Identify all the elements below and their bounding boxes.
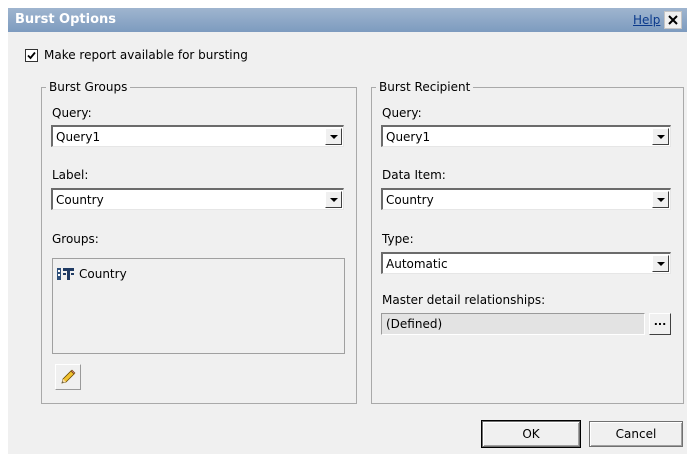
data-item-value: Country — [386, 193, 434, 207]
chevron-down-icon — [329, 134, 338, 139]
type-label: Type: — [382, 232, 414, 246]
chevron-down-icon — [656, 261, 665, 266]
groups-query-label: Query: — [52, 106, 92, 120]
type-select[interactable]: Automatic — [381, 252, 671, 274]
chevron-down-icon — [656, 197, 665, 202]
bursting-checkbox[interactable] — [25, 49, 38, 62]
title-bar: Burst Options Help — [8, 8, 687, 32]
data-item-icon — [57, 268, 74, 280]
bursting-checkbox-label[interactable]: Make report available for bursting — [44, 48, 248, 62]
recipient-query-select[interactable]: Query1 — [381, 125, 671, 147]
data-item-label: Data Item: — [382, 168, 446, 182]
groups-list[interactable]: Country — [52, 258, 345, 354]
master-detail-label: Master detail relationships: — [382, 293, 546, 307]
burst-options-dialog: Burst Options Help Make report available… — [8, 8, 687, 454]
type-dropdown-button[interactable] — [652, 255, 669, 272]
master-detail-value: (Defined) — [386, 317, 443, 331]
checkmark-icon — [27, 51, 36, 60]
master-detail-field: (Defined) — [381, 313, 645, 335]
type-value: Automatic — [386, 257, 448, 271]
edit-groups-button[interactable] — [55, 364, 81, 390]
groups-label-select[interactable]: Country — [51, 188, 344, 210]
close-button[interactable] — [664, 11, 682, 29]
close-icon — [668, 15, 678, 25]
recipient-query-value: Query1 — [386, 130, 431, 144]
groups-label-value: Country — [56, 193, 104, 207]
ok-button[interactable]: OK — [481, 420, 581, 448]
groups-list-label: Groups: — [52, 232, 99, 246]
burst-recipient-legend: Burst Recipient — [379, 80, 471, 94]
burst-groups-legend: Burst Groups — [49, 80, 128, 94]
help-link[interactable]: Help — [633, 13, 660, 27]
chevron-down-icon — [656, 134, 665, 139]
group-item-label: Country — [79, 267, 127, 281]
dialog-title: Burst Options — [15, 12, 117, 27]
groups-label-label: Label: — [52, 168, 89, 182]
data-item-dropdown-button[interactable] — [652, 191, 669, 208]
recipient-query-dropdown-button[interactable] — [652, 128, 669, 145]
master-detail-ellipsis-button[interactable]: ... — [649, 313, 671, 335]
list-item[interactable]: Country — [57, 267, 127, 281]
groups-query-value: Query1 — [56, 130, 101, 144]
recipient-query-label: Query: — [382, 106, 422, 120]
pencil-icon — [61, 369, 76, 384]
groups-label-dropdown-button[interactable] — [325, 191, 342, 208]
groups-query-select[interactable]: Query1 — [51, 125, 344, 147]
chevron-down-icon — [329, 197, 338, 202]
cancel-button[interactable]: Cancel — [589, 421, 683, 447]
groups-query-dropdown-button[interactable] — [325, 128, 342, 145]
data-item-select[interactable]: Country — [381, 188, 671, 210]
